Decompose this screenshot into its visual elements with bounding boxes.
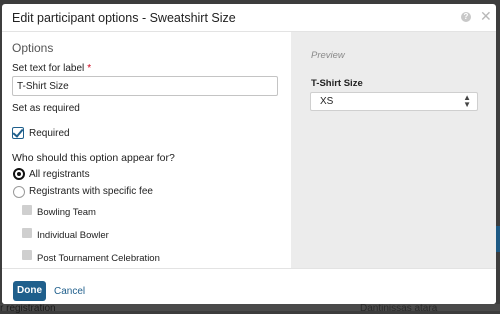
modal-title: Edit participant options - Sweatshirt Si… [12, 11, 236, 25]
close-icon[interactable]: ✕ [480, 9, 492, 23]
preview-select-value: XS [320, 96, 334, 107]
modal-header: Edit participant options - Sweatshirt Si… [2, 4, 496, 32]
preview-size-select[interactable]: XS ▲ ▼ [310, 92, 478, 111]
options-heading: Options [12, 41, 54, 55]
radio-specific-fee[interactable] [13, 186, 25, 198]
fee-checkbox-post-tournament[interactable] [22, 250, 32, 260]
done-button[interactable]: Done [13, 281, 46, 301]
fee-label-post-tournament[interactable]: Post Tournament Celebration [37, 253, 160, 264]
preview-title: Preview [311, 50, 345, 61]
fee-checkbox-bowling-team[interactable] [22, 205, 32, 215]
fee-label-individual-bowler[interactable]: Individual Bowler [37, 230, 109, 241]
audience-title: Who should this option appear for? [12, 152, 175, 164]
radio-specific-fee-label[interactable]: Registrants with specific fee [29, 186, 153, 197]
preview-panel: Preview T-Shirt Size XS ▲ ▼ [291, 32, 496, 268]
background-text-right: Dantinissas atara [360, 303, 438, 314]
required-asterisk: * [87, 63, 92, 74]
label-field-label: Set text for label * [12, 63, 91, 74]
background-text-left: r registration [0, 303, 56, 314]
cancel-link[interactable]: Cancel [54, 286, 85, 297]
label-field-text: Set text for label [12, 63, 85, 74]
label-text-input[interactable] [12, 76, 278, 96]
select-arrows-icon: ▲ ▼ [463, 93, 471, 109]
radio-all-registrants-label[interactable]: All registrants [29, 169, 90, 180]
required-checkbox-label[interactable]: Required [29, 128, 70, 139]
fee-label-bowling-team[interactable]: Bowling Team [37, 207, 96, 218]
set-required-label: Set as required [12, 103, 80, 114]
radio-all-registrants[interactable] [13, 168, 25, 180]
fee-checkbox-individual-bowler[interactable] [22, 228, 32, 238]
help-icon[interactable]: ? [461, 12, 471, 22]
preview-field-label: T-Shirt Size [311, 78, 363, 89]
modal-footer: Done Cancel [2, 268, 496, 304]
required-checkbox[interactable] [12, 126, 24, 139]
edit-options-modal: Edit participant options - Sweatshirt Si… [2, 4, 496, 304]
checkmark-icon [12, 126, 24, 138]
options-panel: Options Set text for label* Set as requi… [2, 32, 291, 268]
